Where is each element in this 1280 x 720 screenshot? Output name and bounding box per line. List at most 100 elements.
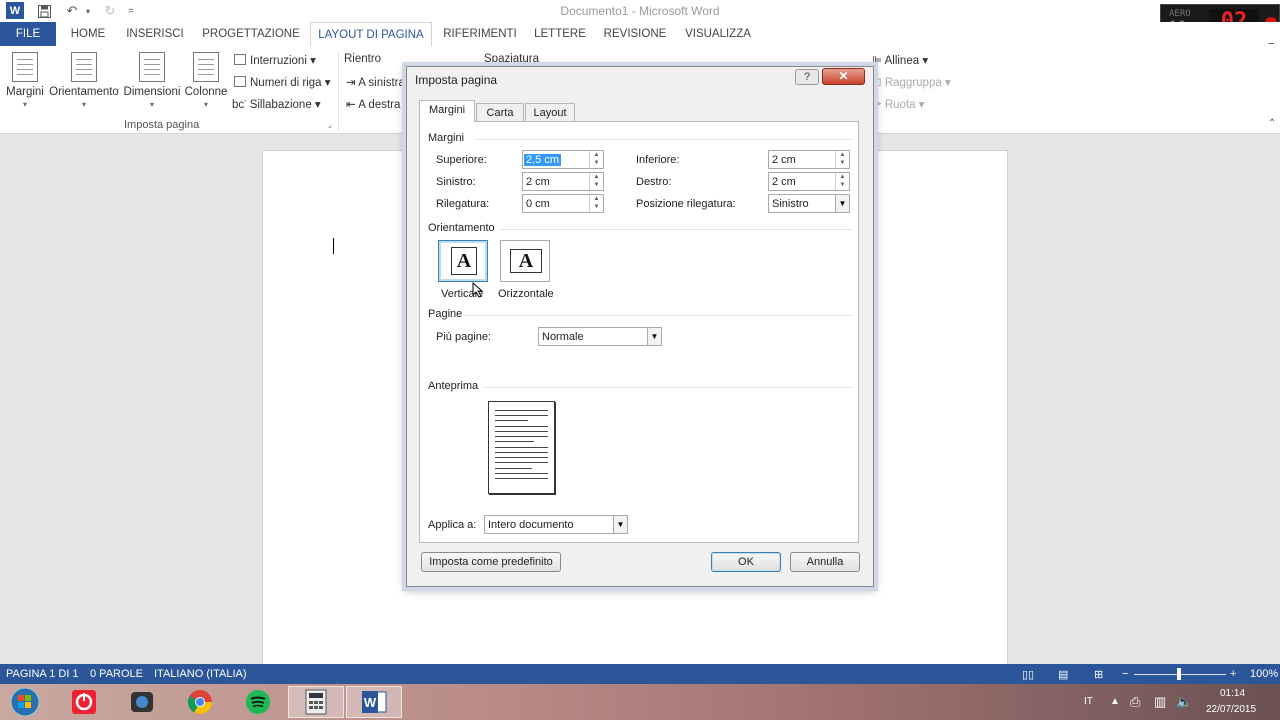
preview-line <box>495 478 548 479</box>
margins-icon <box>12 52 38 82</box>
chevron-down-icon[interactable]: ▼ <box>613 516 627 533</box>
web-layout-icon[interactable]: ⊞ <box>1094 668 1103 681</box>
indent-left-field[interactable]: ⇥ A sinistra <box>346 75 405 89</box>
ok-button[interactable]: OK <box>711 552 781 572</box>
office-icon <box>72 690 96 714</box>
close-button[interactable]: ✕ <box>822 68 865 85</box>
applica-value: Intero documento <box>488 519 574 531</box>
word-count[interactable]: 0 PAROLE <box>90 668 143 680</box>
show-hidden-icons-icon[interactable]: ▲ <box>1110 696 1120 707</box>
tab-margini[interactable]: Margini <box>419 100 475 122</box>
cancel-button[interactable]: Annulla <box>790 552 860 572</box>
numeri-riga-button[interactable]: Numeri di riga ▾ <box>234 75 331 89</box>
read-mode-icon[interactable]: ▯▯ <box>1022 668 1034 681</box>
allinea-button[interactable]: ⊫ Allinea ▾ <box>872 53 928 67</box>
taskbar-app-chrome[interactable] <box>172 686 228 718</box>
sillabazione-button[interactable]: bc- Sillabazione ▾ <box>232 97 321 111</box>
spinner-arrows-icon[interactable]: ▲ ▼ <box>835 151 849 168</box>
chevron-down-icon[interactable]: ▼ <box>835 195 849 212</box>
device-icon[interactable]: ⎙ <box>1130 694 1140 710</box>
taskbar-app-office[interactable] <box>56 686 112 718</box>
tab-file[interactable]: FILE <box>0 22 56 46</box>
applica-select[interactable]: Intero documento ▼ <box>484 515 628 534</box>
input-language[interactable]: IT <box>1084 696 1093 707</box>
destro-input[interactable]: 2 cm ▲ ▼ <box>768 172 850 191</box>
rilegatura-input[interactable]: 0 cm ▲ ▼ <box>522 194 604 213</box>
set-default-button[interactable]: Imposta come predefinito <box>421 552 561 572</box>
volume-icon[interactable]: 🔈 <box>1176 694 1192 710</box>
tab-lettere[interactable]: LETTERE <box>530 22 590 46</box>
taskbar-app-calculator[interactable] <box>288 686 344 718</box>
posizione-rilegatura-label: Posizione rilegatura: <box>636 198 736 210</box>
chrome-icon <box>187 690 212 715</box>
section-divider <box>476 139 852 140</box>
zoom-in-button[interactable]: + <box>1230 668 1236 680</box>
windows-logo-icon <box>10 687 40 717</box>
title-bar: W ↶ ▾ ↻ = Documento1 - Microsoft Word <box>0 0 1280 22</box>
language-indicator[interactable]: ITALIANO (ITALIA) <box>154 668 247 680</box>
interruzioni-button[interactable]: Interruzioni ▾ <box>234 53 316 67</box>
page-preview <box>488 401 555 494</box>
group-label-imposta-pagina: Imposta pagina <box>124 119 200 131</box>
preview-line <box>495 473 548 474</box>
preview-line <box>495 441 534 442</box>
destro-label: Destro: <box>636 176 672 188</box>
taskbar-app-spotify[interactable] <box>230 686 286 718</box>
dialog-launcher-icon[interactable]: ⌟ <box>328 120 332 129</box>
taskbar-app-word[interactable]: W <box>346 686 402 718</box>
minimize-icon[interactable]: − <box>1268 38 1274 50</box>
indent-right-field[interactable]: ⇤ A destra <box>346 97 400 111</box>
dimensioni-button[interactable]: Dimensioni ▾ <box>122 52 182 109</box>
collapse-ribbon-icon[interactable]: ⌃ <box>1268 118 1276 129</box>
taskbar-app-media[interactable] <box>114 686 170 718</box>
page-count[interactable]: PAGINA 1 DI 1 <box>6 668 79 680</box>
tab-layout-di-pagina[interactable]: LAYOUT DI PAGINA <box>310 22 432 46</box>
tab-layout[interactable]: Layout <box>525 103 575 122</box>
zoom-slider-thumb[interactable] <box>1177 668 1181 680</box>
spinner-arrows-icon[interactable]: ▲ ▼ <box>835 173 849 190</box>
landscape-option[interactable]: A <box>500 240 550 282</box>
page-setup-dialog: Imposta pagina ? ✕ Margini Carta Layout … <box>406 66 874 587</box>
tab-riferimenti[interactable]: RIFERIMENTI <box>440 22 520 46</box>
tab-progettazione[interactable]: PROGETTAZIONE <box>196 22 306 46</box>
piu-pagine-select[interactable]: Normale ▼ <box>538 327 662 346</box>
ruota-button[interactable]: ⟳ Ruota ▾ <box>872 97 925 111</box>
colonne-button[interactable]: Colonne ▾ <box>182 52 230 109</box>
sinistro-label: Sinistro: <box>436 176 476 188</box>
preview-line <box>495 431 548 432</box>
help-button[interactable]: ? <box>795 69 819 85</box>
calculator-icon <box>305 689 327 715</box>
raggruppa-label: Raggruppa <box>884 77 942 89</box>
superiore-input[interactable]: 2,5 cm ▲ ▼ <box>522 150 604 169</box>
print-layout-icon[interactable]: ▤ <box>1058 668 1068 681</box>
clock-small-top: AERO <box>1169 9 1191 19</box>
orientamento-button[interactable]: Orientamento ▾ <box>48 52 120 109</box>
margini-button[interactable]: Margini ▾ <box>4 52 46 109</box>
rilegatura-label: Rilegatura: <box>436 198 490 210</box>
tray-date[interactable]: 22/07/2015 <box>1206 704 1256 715</box>
zoom-level[interactable]: 100% <box>1250 668 1278 680</box>
sinistro-input[interactable]: 2 cm ▲ ▼ <box>522 172 604 191</box>
tab-carta[interactable]: Carta <box>476 103 524 122</box>
tray-time[interactable]: 01:14 <box>1220 688 1245 699</box>
superiore-value: 2,5 cm <box>524 154 562 166</box>
chevron-down-icon[interactable]: ▼ <box>647 328 661 345</box>
spinner-arrows-icon[interactable]: ▲ ▼ <box>589 195 603 212</box>
indent-left-icon: ⇥ <box>346 77 356 89</box>
zoom-out-button[interactable]: − <box>1122 668 1128 680</box>
inferiore-input[interactable]: 2 cm ▲ ▼ <box>768 150 850 169</box>
network-icon[interactable]: ▥ <box>1154 694 1166 710</box>
spinner-arrows-icon[interactable]: ▲ ▼ <box>589 151 603 168</box>
a-sinistra-label: A sinistra <box>358 77 405 89</box>
tab-home[interactable]: HOME <box>60 22 116 46</box>
tab-inserisci[interactable]: INSERISCI <box>122 22 188 46</box>
tab-revisione[interactable]: REVISIONE <box>600 22 670 46</box>
orizzontale-label[interactable]: Orizzontale <box>498 288 554 300</box>
preview-line <box>495 415 548 416</box>
tab-visualizza[interactable]: VISUALIZZA <box>680 22 756 46</box>
start-button[interactable] <box>0 686 50 718</box>
portrait-option[interactable]: A <box>438 240 488 282</box>
spinner-arrows-icon[interactable]: ▲ ▼ <box>589 173 603 190</box>
raggruppa-button[interactable]: ⊡ Raggruppa ▾ <box>872 75 951 89</box>
posizione-rilegatura-select[interactable]: Sinistro ▼ <box>768 194 850 213</box>
